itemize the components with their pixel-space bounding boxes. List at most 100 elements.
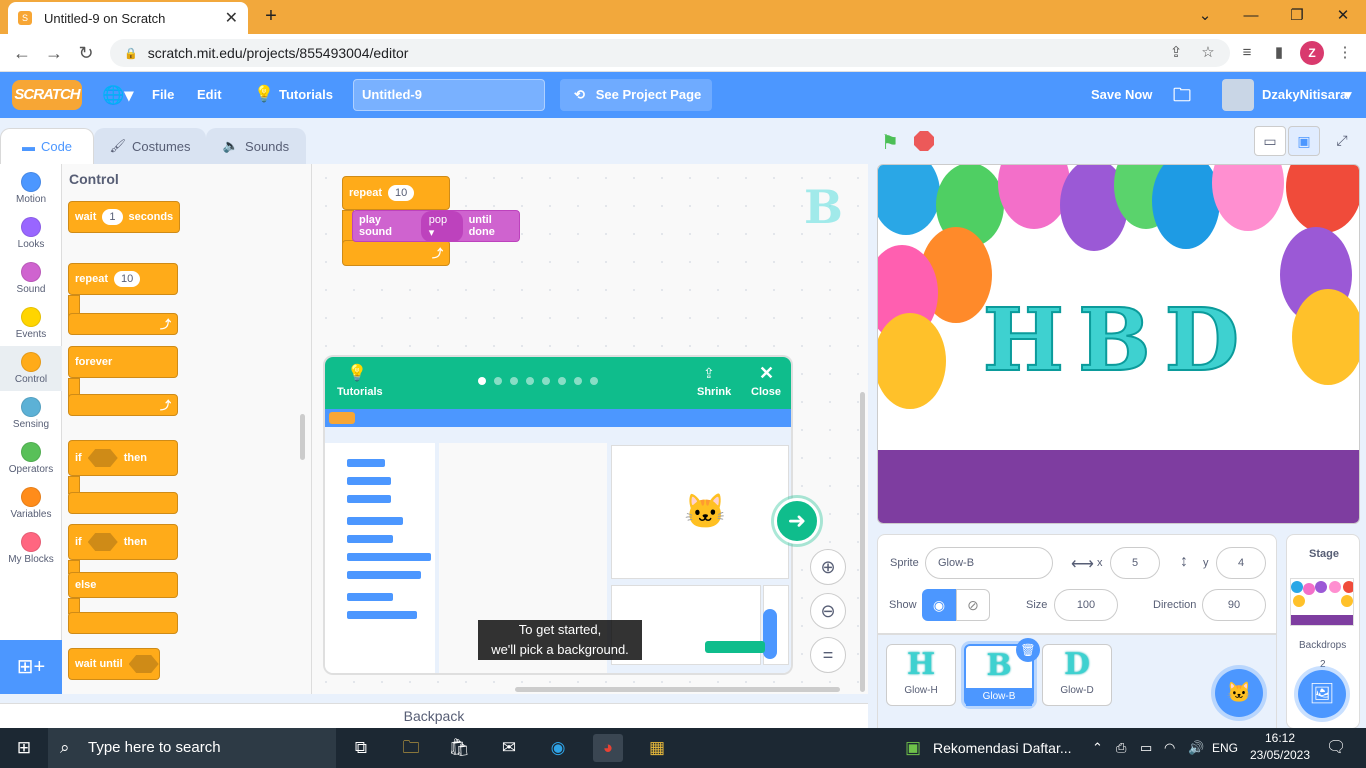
delete-sprite-icon[interactable]: 🗑 — [1016, 638, 1040, 662]
battery-icon[interactable]: ▭ — [1140, 728, 1152, 768]
tab-code[interactable]: ▬ Code — [0, 128, 94, 164]
profile-avatar[interactable]: Z — [1300, 41, 1324, 65]
wait-block[interactable]: wait 1 seconds — [68, 201, 180, 233]
more-menu-icon[interactable]: ⋮ — [1334, 42, 1356, 64]
choose-backdrop-icon[interactable]: 🖼 — [1298, 670, 1346, 718]
sound-dropdown[interactable]: pop ▾ — [420, 210, 463, 242]
user-avatar[interactable] — [1222, 79, 1254, 111]
side-panel-icon[interactable]: ▮ — [1268, 42, 1290, 64]
my-stuff-folder-icon[interactable]: 🗀 — [1173, 72, 1191, 118]
add-extension-icon[interactable]: ⊞+ — [0, 640, 62, 694]
task-view-icon[interactable]: ⧉ — [346, 734, 376, 762]
script-repeat-value[interactable]: 10 — [388, 185, 415, 201]
direction-input[interactable]: 90 — [1202, 589, 1266, 621]
tray-device-icon[interactable]: ⎙ — [1116, 728, 1126, 768]
browser-tab[interactable]: S Untitled-9 on Scratch ✕ — [8, 2, 248, 34]
account-caret-icon[interactable]: ▾ — [1345, 72, 1352, 118]
sprite-tile[interactable]: H Glow-H — [886, 644, 956, 706]
edge-icon[interactable]: ◉ — [543, 734, 573, 762]
restore-button[interactable]: ❐ — [1274, 4, 1320, 28]
tab-search-icon[interactable]: ⌄ — [1182, 4, 1228, 28]
fullscreen-icon[interactable]: ⤢ — [1326, 126, 1358, 156]
edit-menu[interactable]: Edit — [197, 72, 222, 118]
window-close-button[interactable]: ✕ — [1320, 4, 1366, 28]
mail-icon[interactable]: ✉ — [494, 734, 524, 762]
y-input[interactable]: 4 — [1216, 547, 1266, 579]
shrink-button[interactable]: Shrink — [697, 386, 731, 398]
store-icon[interactable]: 🛍 — [444, 734, 474, 762]
step-dot[interactable] — [542, 377, 550, 385]
news-widget-icon[interactable]: ▣ — [898, 734, 928, 762]
show-eye-icon[interactable]: ◉ — [922, 589, 956, 621]
step-dot[interactable] — [574, 377, 582, 385]
x-input[interactable]: 5 — [1110, 547, 1160, 579]
category-variables[interactable]: Variables — [0, 481, 62, 526]
close-button[interactable]: Close — [751, 386, 781, 398]
category-events[interactable]: Events — [0, 301, 62, 346]
step-dot[interactable] — [478, 377, 486, 385]
if-then-block[interactable]: if then — [68, 440, 178, 514]
url-field[interactable]: 🔒 scratch.mit.edu/projects/855493004/edi… — [110, 39, 1230, 67]
green-flag-icon[interactable]: ⚑ — [881, 130, 899, 155]
condition-slot[interactable] — [87, 533, 118, 551]
file-menu[interactable]: File — [152, 72, 174, 118]
zoom-out-icon[interactable]: ⊖ — [810, 593, 846, 629]
next-step-arrow-icon[interactable]: ➜ — [774, 498, 820, 544]
condition-slot[interactable] — [128, 655, 159, 673]
wait-until-block[interactable]: wait until — [68, 648, 160, 680]
step-dot[interactable] — [590, 377, 598, 385]
backdrop-thumbnail[interactable] — [1290, 578, 1354, 626]
script-horizontal-scrollbar[interactable] — [515, 687, 840, 692]
stage-canvas[interactable]: HBD — [877, 164, 1360, 524]
script-vertical-scrollbar[interactable] — [860, 392, 865, 692]
username-menu[interactable]: DzakyNitisara — [1262, 72, 1347, 118]
reading-list-icon[interactable]: ≡ — [1236, 42, 1258, 64]
new-tab-button[interactable]: + — [260, 5, 282, 27]
clock[interactable]: 16:12 23/05/2023 — [1248, 730, 1312, 764]
palette-scrollbar[interactable] — [300, 414, 305, 460]
taskbar-search-box[interactable]: ⌕ Type here to search — [48, 728, 336, 768]
condition-slot[interactable] — [87, 449, 118, 467]
category-sensing[interactable]: Sensing — [0, 391, 62, 436]
reload-icon[interactable]: ↻ — [73, 40, 99, 66]
category-looks[interactable]: Looks — [0, 211, 62, 256]
back-icon[interactable]: ← — [9, 40, 35, 66]
scratch-logo[interactable]: SCRATCH — [12, 80, 82, 110]
step-dot[interactable] — [558, 377, 566, 385]
step-dot[interactable] — [510, 377, 518, 385]
repeat-value[interactable]: 10 — [114, 271, 141, 287]
windows-start-icon[interactable]: ⊞ — [9, 734, 39, 762]
large-stage-icon[interactable]: ▣ — [1288, 126, 1320, 156]
file-explorer-icon[interactable]: 🗀 — [396, 734, 426, 762]
volume-icon[interactable]: 🔊 — [1188, 728, 1204, 768]
language-indicator[interactable]: ENG — [1212, 728, 1238, 768]
zoom-in-icon[interactable]: ⊕ — [810, 549, 846, 585]
minimize-button[interactable]: — — [1228, 4, 1274, 28]
forward-icon[interactable]: → — [41, 40, 67, 66]
chrome-icon[interactable]: ◕ — [593, 734, 623, 762]
category-operators[interactable]: Operators — [0, 436, 62, 481]
save-now-button[interactable]: Save Now — [1091, 72, 1152, 118]
wait-value[interactable]: 1 — [102, 209, 123, 225]
if-else-block[interactable]: if then else — [68, 524, 178, 636]
repeat-block[interactable]: repeat 10 ⤴ — [68, 263, 178, 335]
size-input[interactable]: 100 — [1054, 589, 1118, 621]
project-title-input[interactable]: Untitled-9 — [353, 79, 545, 111]
close-icon[interactable]: ✕ — [759, 363, 774, 384]
wifi-icon[interactable]: ◠ — [1164, 728, 1175, 768]
see-project-page-button[interactable]: ⟲ See Project Page — [560, 79, 712, 111]
share-icon[interactable]: ⇪ — [1165, 42, 1187, 64]
tab-costumes[interactable]: 🖌 Costumes — [94, 128, 206, 164]
stop-icon[interactable] — [914, 131, 934, 151]
sprite-name-input[interactable]: Glow-B — [925, 547, 1053, 579]
language-globe-icon[interactable]: 🌐▾ — [102, 72, 133, 118]
play-sound-block[interactable]: play sound pop ▾ until done — [352, 210, 520, 242]
hide-eye-icon[interactable]: ⊘ — [956, 589, 990, 621]
zoom-reset-icon[interactable]: = — [810, 637, 846, 673]
tutorials-menu[interactable]: Tutorials — [279, 72, 333, 118]
forever-block[interactable]: forever ⤴ — [68, 346, 178, 416]
app-icon[interactable]: ▦ — [642, 734, 672, 762]
shrink-icon[interactable]: ⇪ — [703, 365, 715, 382]
news-widget-text[interactable]: Rekomendasi Daftar... — [933, 728, 1072, 768]
small-stage-icon[interactable]: ▭ — [1254, 126, 1286, 156]
